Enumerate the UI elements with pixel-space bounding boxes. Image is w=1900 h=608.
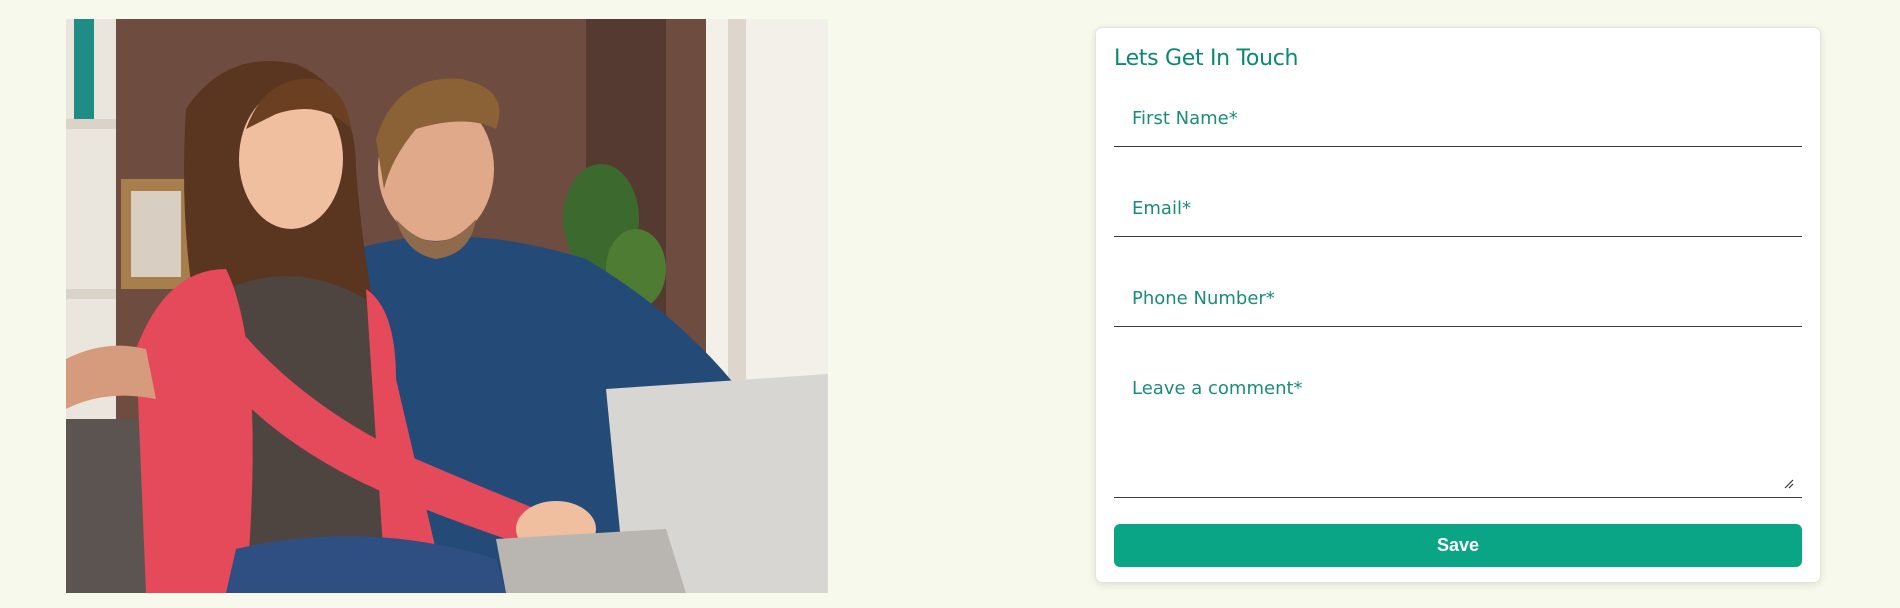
couple-photo-illustration — [66, 19, 828, 593]
comment-field-wrapper — [1114, 360, 1802, 498]
comment-textarea[interactable] — [1114, 360, 1802, 492]
first-name-field-wrapper — [1114, 90, 1802, 147]
phone-number-input[interactable] — [1114, 270, 1802, 326]
save-button[interactable]: Save — [1114, 524, 1802, 567]
form-title: Lets Get In Touch — [1114, 46, 1299, 71]
email-field-wrapper — [1114, 180, 1802, 237]
hero-photo — [66, 19, 828, 593]
email-input[interactable] — [1114, 180, 1802, 236]
resize-handle-icon[interactable] — [1784, 479, 1794, 489]
first-name-input[interactable] — [1114, 90, 1802, 146]
phone-field-wrapper — [1114, 270, 1802, 327]
contact-form-card: Lets Get In Touch Save — [1095, 27, 1821, 583]
